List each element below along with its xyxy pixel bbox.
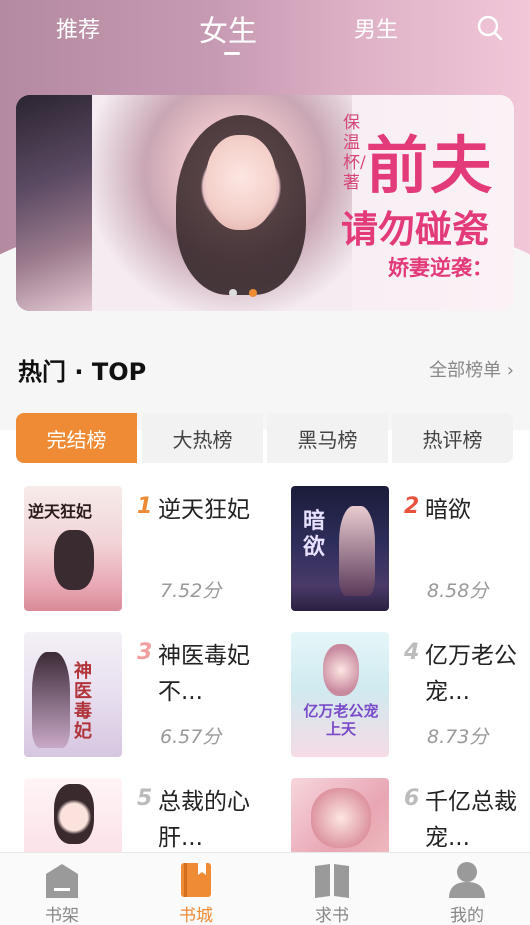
book-score: 8.73分 bbox=[427, 726, 489, 748]
nav-label: 我的 bbox=[450, 906, 484, 925]
banner-author: 保温杯/著 bbox=[343, 113, 366, 193]
active-tab-indicator bbox=[224, 52, 240, 55]
section-title: 热门 · TOP bbox=[18, 358, 147, 386]
book-title: 总裁的心肝... bbox=[158, 789, 250, 851]
book-cover: 神医毒妃 bbox=[24, 632, 122, 757]
profile-icon bbox=[449, 862, 485, 898]
nav-label: 书城 bbox=[179, 906, 213, 925]
book-item[interactable]: 亿万老公宠上天 4 亿万老公宠... 8.73分 bbox=[291, 632, 530, 762]
nav-profile[interactable]: 我的 bbox=[422, 853, 512, 925]
tab-female[interactable]: 女生 bbox=[199, 8, 257, 50]
banner-title-line1: 前夫 bbox=[366, 129, 495, 202]
banner-title-line2: 请勿碰瓷 bbox=[341, 207, 489, 251]
segment-reviews[interactable]: 热评榜 bbox=[392, 413, 513, 463]
book-rank: 2 bbox=[404, 494, 420, 519]
top-navigation: 推荐 女生 男生 bbox=[0, 0, 530, 62]
book-title: 逆天狂妃 bbox=[158, 497, 250, 523]
banner-side-illustration bbox=[16, 95, 92, 311]
book-cover-title: 逆天狂妃 bbox=[28, 502, 93, 521]
book-rank: 3 bbox=[137, 640, 153, 665]
book-score: 8.58分 bbox=[427, 580, 489, 602]
nav-label: 书架 bbox=[45, 906, 79, 925]
all-lists-link[interactable]: 全部榜单 › bbox=[429, 356, 514, 382]
bookstore-icon bbox=[181, 863, 211, 897]
book-rank: 4 bbox=[404, 640, 420, 665]
book-score: 6.57分 bbox=[160, 726, 222, 748]
nav-request-book[interactable]: 求书 bbox=[287, 853, 377, 925]
tab-recommend[interactable]: 推荐 bbox=[56, 12, 100, 44]
book-title: 千亿总裁宠... bbox=[425, 789, 517, 851]
nav-bookshelf[interactable]: 书架 bbox=[17, 853, 107, 925]
segment-dark-horse[interactable]: 黑马榜 bbox=[267, 413, 388, 463]
book-cover: 亿万老公宠上天 bbox=[291, 632, 389, 757]
book-title: 亿万老公宠... bbox=[425, 643, 517, 705]
book-rank: 5 bbox=[137, 786, 153, 811]
pagination-dot[interactable] bbox=[229, 289, 237, 297]
book-cover: 逆天狂妃 bbox=[24, 486, 122, 611]
book-cover: 暗欲 bbox=[291, 486, 389, 611]
segment-completed[interactable]: 完结榜 bbox=[16, 413, 137, 463]
bottom-navigation: 书架 书城 求书 我的 bbox=[0, 852, 530, 925]
banner-character-face bbox=[206, 135, 276, 230]
segment-hot[interactable]: 大热榜 bbox=[142, 413, 263, 463]
book-title: 暗欲 bbox=[425, 497, 471, 523]
bookshelf-icon bbox=[46, 864, 78, 898]
nav-bookstore[interactable]: 书城 bbox=[151, 853, 241, 925]
pagination-dot-active[interactable] bbox=[249, 289, 257, 297]
book-cover-title: 神医毒妃 bbox=[74, 661, 92, 742]
banner-subtitle: 娇妻逆袭： bbox=[388, 256, 493, 280]
request-book-icon bbox=[315, 864, 349, 898]
book-score: 7.52分 bbox=[160, 580, 222, 602]
ranking-segments: 完结榜 大热榜 黑马榜 热评榜 bbox=[16, 413, 514, 463]
search-icon[interactable] bbox=[476, 14, 504, 42]
book-cover-title: 暗欲 bbox=[303, 508, 326, 560]
book-rank: 1 bbox=[137, 494, 153, 519]
book-item[interactable]: 暗欲 2 暗欲 8.58分 bbox=[291, 486, 530, 616]
book-cover-title: 亿万老公宠上天 bbox=[303, 702, 379, 738]
book-title: 神医毒妃不... bbox=[158, 643, 250, 705]
nav-label: 求书 bbox=[315, 906, 349, 925]
book-item[interactable]: 神医毒妃 3 神医毒妃不... 6.57分 bbox=[24, 632, 264, 762]
promo-banner[interactable]: 保温杯/著 前夫 请勿碰瓷 娇妻逆袭： bbox=[16, 95, 514, 311]
book-rank: 6 bbox=[404, 786, 420, 811]
tab-male[interactable]: 男生 bbox=[354, 12, 398, 44]
book-item[interactable]: 逆天狂妃 1 逆天狂妃 7.52分 bbox=[24, 486, 264, 616]
